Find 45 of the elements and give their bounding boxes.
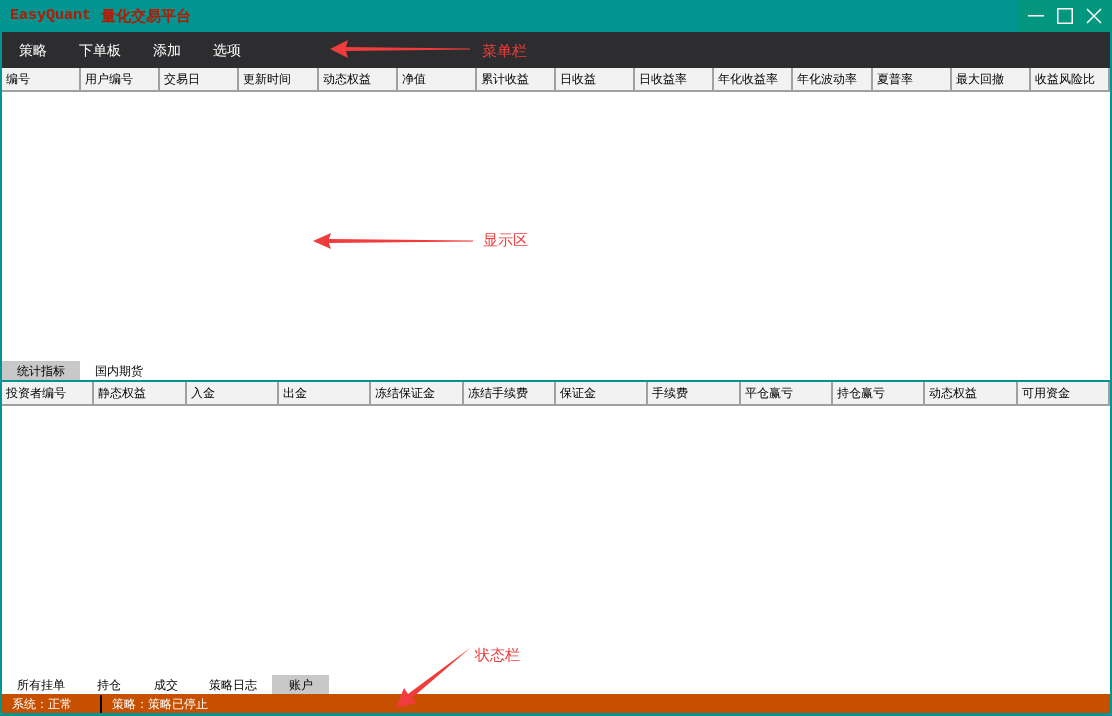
minimize-icon[interactable] (1027, 15, 1044, 17)
app-title: 量化交易平台 (101, 5, 191, 27)
close-icon[interactable] (1085, 8, 1102, 24)
column-header[interactable]: 净值 (397, 68, 477, 92)
menu-item[interactable]: 选项 (203, 39, 251, 61)
column-header[interactable]: 可用资金 (1017, 382, 1110, 406)
column-header[interactable]: 出金 (279, 382, 372, 406)
column-header[interactable]: 动态权益 (925, 382, 1018, 406)
column-header[interactable]: 保证金 (555, 382, 649, 406)
column-header[interactable]: 年化收益率 (714, 68, 794, 92)
status-text: 系统：正常 (2, 694, 102, 713)
column-header[interactable]: 更新时间 (239, 68, 319, 92)
arrow-icon (330, 38, 470, 60)
column-header[interactable]: 冻结手续费 (463, 382, 556, 406)
column-header[interactable]: 手续费 (648, 382, 741, 406)
annotation-label: 菜单栏 (482, 41, 527, 62)
annotation-label: 显示区 (483, 230, 528, 251)
column-header[interactable]: 平仓赢亏 (740, 382, 833, 406)
column-header[interactable]: 最大回撤 (951, 68, 1031, 92)
annotation-label: 状态栏 (475, 645, 520, 666)
menu-item[interactable]: 添加 (143, 39, 191, 61)
tab[interactable]: 统计指标 (2, 361, 80, 380)
column-header[interactable]: 日收益率 (635, 68, 715, 92)
column-header[interactable]: 夏普率 (872, 68, 952, 92)
column-header[interactable]: 编号 (2, 68, 82, 92)
column-header[interactable]: 静态权益 (94, 382, 187, 406)
column-header[interactable]: 持仓赢亏 (832, 382, 926, 406)
column-header[interactable]: 收益风险比 (1030, 68, 1110, 92)
arrow-icon (313, 231, 473, 251)
column-header[interactable]: 动态权益 (318, 68, 398, 92)
column-header[interactable]: 日收益 (556, 68, 636, 92)
column-header[interactable]: 交易日 (160, 68, 240, 92)
column-header[interactable]: 冻结保证金 (371, 382, 464, 406)
app-title-latin: EasyQuant (10, 5, 91, 26)
menu-item[interactable]: 下单板 (69, 39, 131, 61)
status-text: 策略：策略已停止 (111, 695, 209, 713)
maximize-icon[interactable] (1056, 8, 1073, 24)
arrow-icon (396, 648, 470, 708)
column-header[interactable]: 累计收益 (476, 68, 556, 92)
menu-item[interactable]: 策略 (9, 39, 57, 61)
column-header[interactable]: 年化波动率 (793, 68, 873, 92)
tab[interactable]: 账户 (272, 675, 329, 694)
column-header[interactable]: 用户编号 (81, 68, 161, 92)
column-header[interactable]: 投资者编号 (2, 382, 95, 406)
column-header[interactable]: 入金 (186, 382, 279, 406)
